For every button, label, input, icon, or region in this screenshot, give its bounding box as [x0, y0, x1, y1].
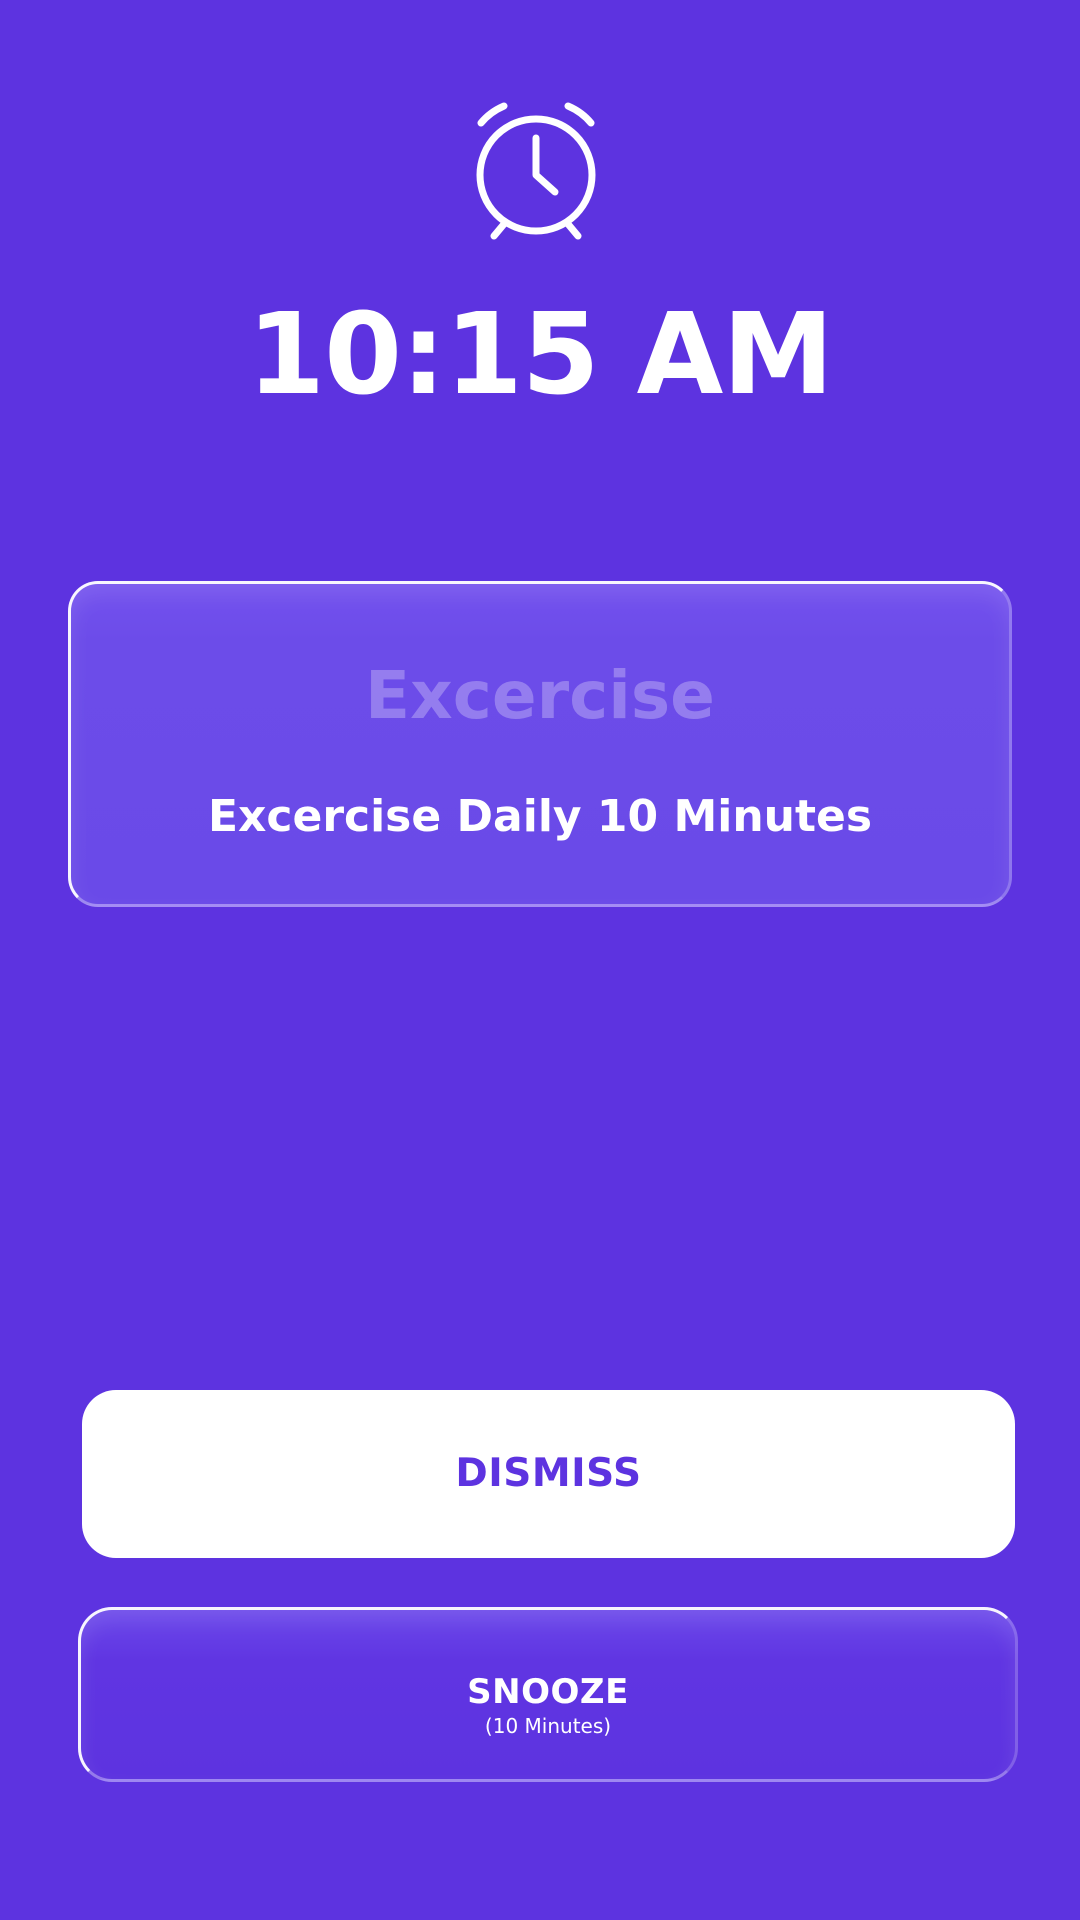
- alarm-description: Excercise Daily 10 Minutes: [207, 791, 873, 842]
- alarm-time: 10:15 AM: [247, 290, 834, 420]
- snooze-button[interactable]: SNOOZE (10 Minutes): [78, 1607, 1018, 1782]
- alarm-card: Excercise Excercise Daily 10 Minutes: [68, 581, 1012, 907]
- dismiss-button[interactable]: DISMISS: [82, 1390, 1015, 1558]
- snooze-label: SNOOZE: [467, 1672, 629, 1712]
- snooze-duration: (10 Minutes): [484, 1714, 612, 1738]
- alarm-title: Excercise: [365, 657, 715, 734]
- alarm-clock-icon: [476, 102, 596, 240]
- alarm-screen: 10:15 AM Excercise Excercise Daily 10 Mi…: [0, 0, 1080, 1920]
